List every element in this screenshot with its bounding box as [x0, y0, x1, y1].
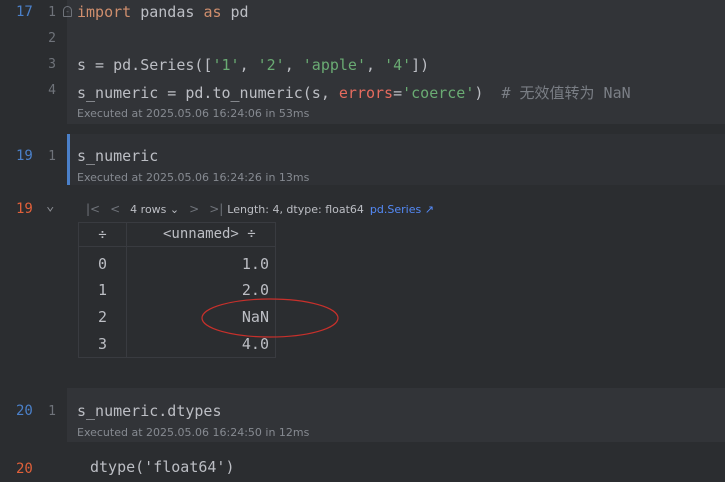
code-token: '2' — [257, 56, 285, 74]
code-token: ]) — [411, 56, 430, 74]
code-token: pd — [221, 3, 249, 21]
row-value: NaN — [241, 308, 269, 326]
column-header[interactable]: <unnamed> ÷ — [163, 226, 256, 242]
code-line-4[interactable]: s_numeric = pd.to_numeric(s, errors='coe… — [77, 82, 631, 103]
collapse-output-icon[interactable]: ⌄ — [46, 198, 54, 214]
line-number: 3 — [48, 57, 56, 72]
execution-info: Executed at 2025.05.06 16:24:06 in 53ms — [77, 107, 310, 120]
code-token: s = pd.Series([ — [77, 56, 213, 74]
rows-per-page-dropdown[interactable]: 4 rows ⌄ — [130, 203, 179, 216]
execution-info: Executed at 2025.05.06 16:24:50 in 12ms — [77, 426, 310, 439]
line-number: 1 — [48, 149, 56, 164]
code-token: s_numeric.dtypes — [77, 402, 222, 420]
code-token: ) — [474, 84, 502, 102]
code-token: s_numeric = pd.to_numeric(s, — [77, 84, 339, 102]
row-index: 2 — [97, 308, 108, 326]
line-number: 4 — [48, 83, 56, 98]
code-token: s_numeric — [77, 147, 159, 165]
series-type-link[interactable]: pd.Series ↗ — [370, 203, 434, 216]
code-line-3[interactable]: s = pd.Series(['1', '2', 'apple', '4']) — [77, 56, 429, 74]
code-token: errors — [338, 84, 394, 102]
line-number: 1 — [48, 404, 56, 419]
line-number: 2 — [48, 31, 56, 46]
row-value: 4.0 — [241, 335, 269, 353]
code-token: as — [203, 3, 222, 21]
execution-info: Executed at 2025.05.06 16:24:26 in 13ms — [77, 171, 310, 184]
line-number: 1 — [48, 5, 56, 20]
code-line-1[interactable]: s_numeric — [77, 147, 158, 165]
code-token: , — [284, 56, 303, 74]
exec-count-19: 19 — [16, 148, 33, 164]
output-table: ÷ <unnamed> ÷ 0 1.0 1 2.0 2 NaN 3 4.0 — [78, 222, 276, 358]
code-token: , — [366, 56, 385, 74]
code-token: import — [77, 3, 132, 21]
code-line-1[interactable]: s_numeric.dtypes — [77, 402, 222, 420]
row-value: 2.0 — [241, 281, 269, 299]
row-index: 0 — [97, 255, 108, 273]
row-index: 3 — [97, 335, 108, 353]
index-sort-icon[interactable]: ÷ — [79, 227, 126, 243]
code-token: 'coerce' — [402, 84, 475, 102]
code-token: 'apple' — [302, 56, 366, 74]
code-token: pandas — [131, 3, 204, 21]
row-index: 1 — [97, 281, 108, 299]
exec-count-20: 20 — [16, 403, 33, 419]
selected-cell-indicator — [67, 134, 70, 185]
last-page-icon[interactable]: >| — [209, 202, 223, 216]
output-exec-count-19: 19 — [16, 201, 33, 217]
table-header: ÷ <unnamed> ÷ — [79, 223, 275, 247]
prev-page-icon[interactable]: < — [110, 202, 120, 216]
code-token: '1' — [212, 56, 240, 74]
row-value: 1.0 — [241, 255, 269, 273]
code-token: = — [393, 84, 403, 102]
output-text: dtype('float64') — [90, 458, 235, 476]
code-token: '4' — [384, 56, 412, 74]
code-token: , — [239, 56, 258, 74]
series-info: Length: 4, dtype: float64 — [227, 202, 364, 216]
output-toolbar: |< < 4 rows ⌄ > >| Length: 4, dtype: flo… — [86, 201, 434, 217]
code-line-1[interactable]: import pandas as pd — [77, 3, 249, 21]
next-page-icon[interactable]: > — [189, 202, 199, 216]
code-token: # 无效值转为 NaN — [501, 84, 631, 102]
output-exec-count-20: 20 — [16, 461, 33, 477]
first-page-icon[interactable]: |< — [86, 202, 100, 216]
exec-count-17: 17 — [16, 4, 33, 20]
fold-icon[interactable]: - — [63, 6, 72, 17]
